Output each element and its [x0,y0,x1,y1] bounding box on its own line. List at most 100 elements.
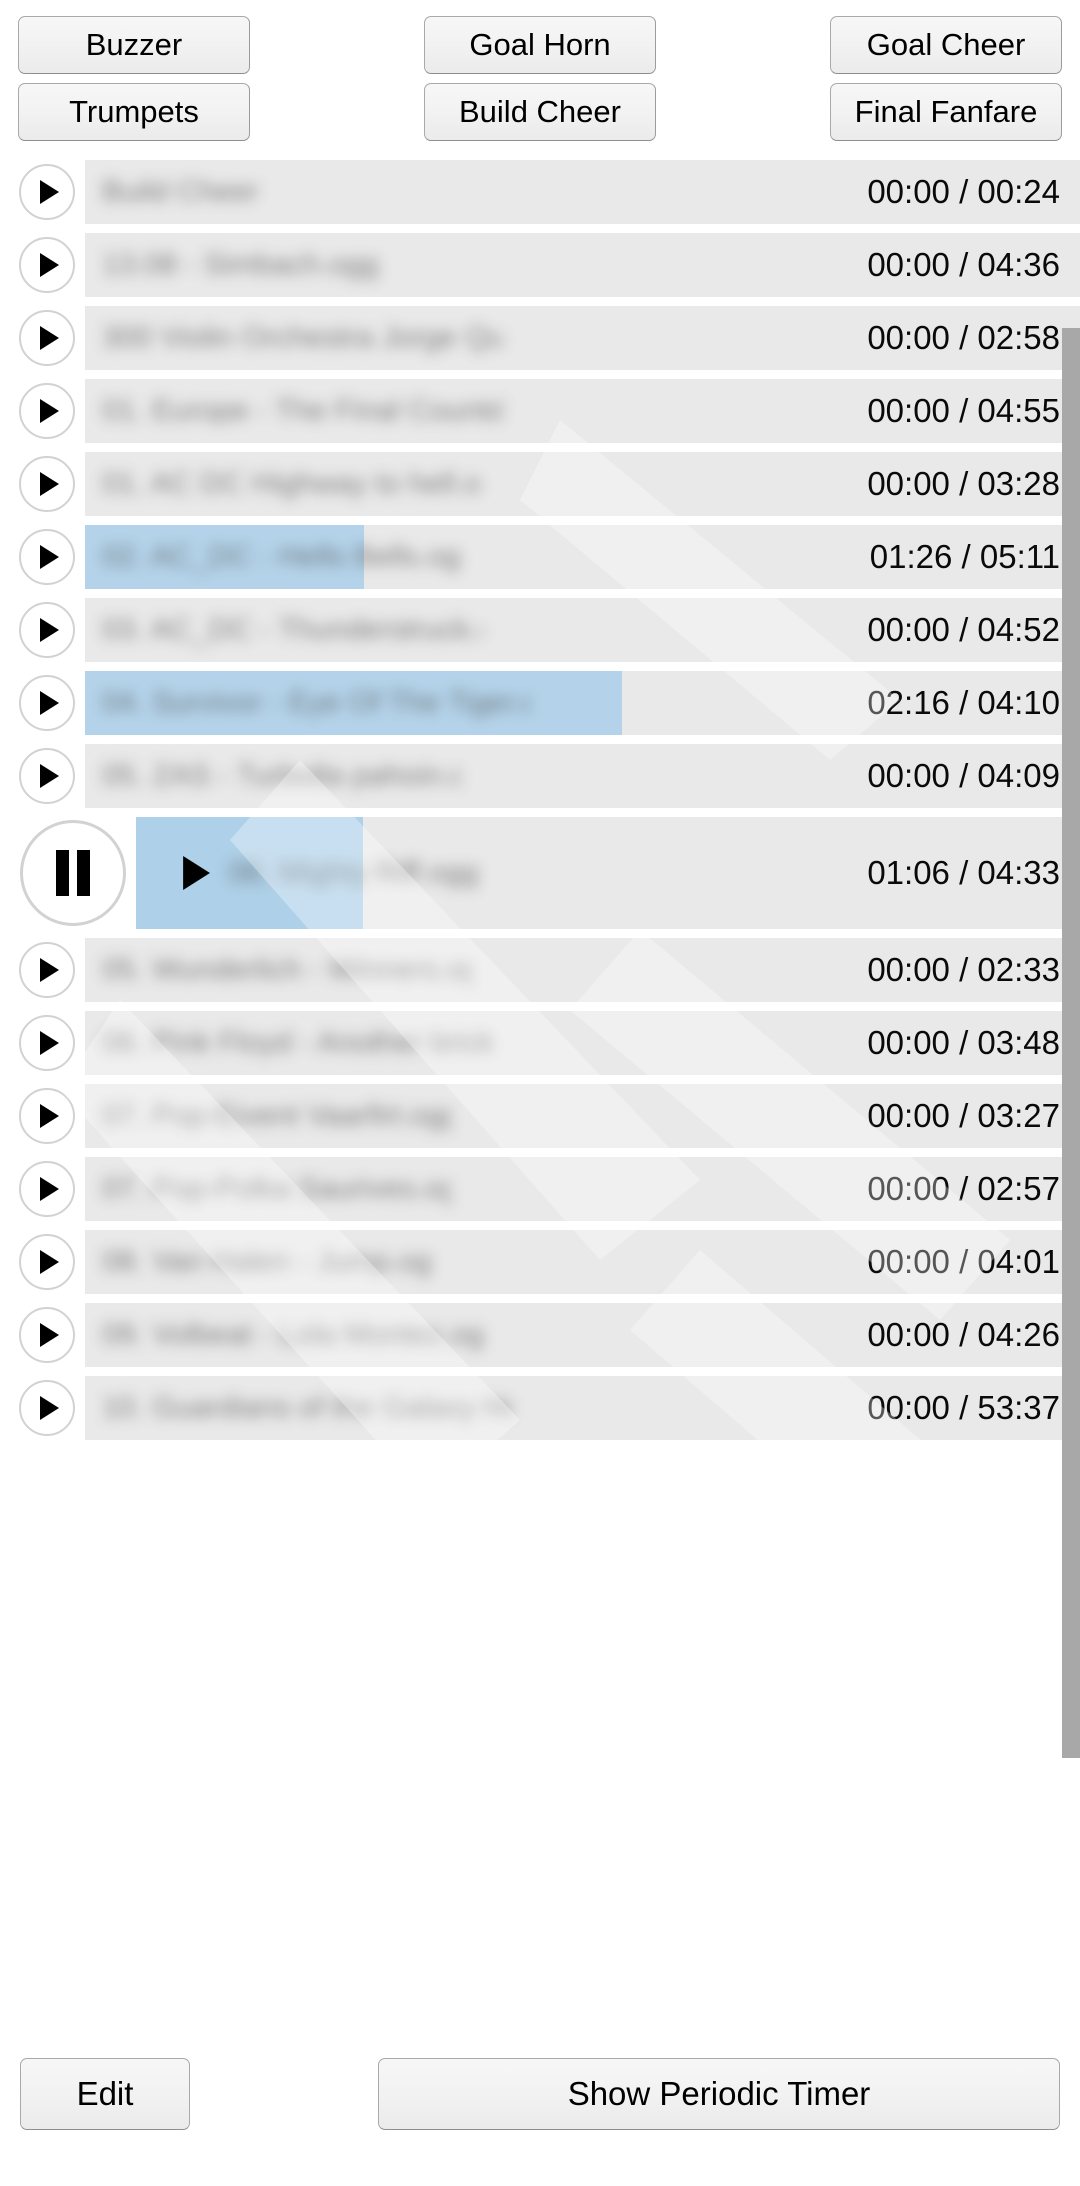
track-row-body[interactable]: 02. AC_DC - Hells Bells.ogg 01:26 / 05:11 [85,525,1080,589]
play-icon[interactable] [19,1234,75,1290]
show-periodic-timer-button[interactable]: Show Periodic Timer [378,2058,1060,2130]
track-row-body[interactable]: 06. Pink Floyd - Another brick in t... 00… [85,1011,1080,1075]
bottom-toolbar: Edit Show Periodic Timer [0,2020,1080,2186]
track-title: 09. Volbeat - Lola Montez.ogg [102,1318,482,1351]
track-time: 00:00 / 00:24 [867,173,1060,210]
track-row[interactable]: 05. Wunderlich - Winners.ogg 00:00 / 02:3… [0,938,1080,1002]
track-title: 13.08 - Simbach.ogg [102,248,379,281]
track-row-body[interactable]: 13.08 - Simbach.ogg 00:00 / 04:36 [85,233,1080,297]
sound-button-trumpets[interactable]: Trumpets [18,83,250,141]
play-icon[interactable] [19,602,75,658]
track-time: 02:16 / 04:10 [867,684,1060,721]
play-icon[interactable] [19,529,75,585]
sound-button-row-1: Buzzer Goal Horn Goal Cheer [0,16,1080,74]
play-icon[interactable] [19,310,75,366]
track-title: 01. Europe - The Final Countdow... [102,394,502,427]
play-icon[interactable] [19,1307,75,1363]
pause-icon[interactable] [20,820,126,926]
sound-button-build-cheer[interactable]: Build Cheer [424,83,656,141]
track-title: 02. AC_DC - Hells Bells.ogg [102,540,462,573]
edit-button[interactable]: Edit [20,2058,190,2130]
play-icon[interactable] [19,1088,75,1144]
play-icon[interactable] [19,675,75,731]
track-row[interactable]: 01. AC DC Highway to hell.ogg 00:00 / 03:… [0,452,1080,516]
track-title: 05. Wunderlich - Winners.ogg [102,953,472,986]
inline-play-icon[interactable] [169,849,217,897]
track-list-scrollbar-thumb[interactable] [1062,328,1080,1758]
track-row-body[interactable]: 06. Mighty Riff.ogg 01:06 / 04:33 [136,817,1080,929]
track-row[interactable]: 06. Mighty Riff.ogg 01:06 / 04:33 [0,817,1080,929]
track-row-body[interactable]: 01. Europe - The Final Countdow... 00:00 … [85,379,1080,443]
track-time: 00:00 / 02:58 [867,319,1060,356]
track-row-body[interactable]: 300 Violin Orchestra Jorge Quint... 00:00… [85,306,1080,370]
track-row[interactable]: 10. Guardians of the Galaxy Hoo... 00:00 … [0,1376,1080,1440]
sound-button-goal-horn[interactable]: Goal Horn [424,16,656,74]
play-icon[interactable] [19,164,75,220]
track-title: 10. Guardians of the Galaxy Hoo... [102,1391,512,1424]
track-row[interactable]: 04. Survivor - Eye Of The Tiger.ogg 02:16… [0,671,1080,735]
sound-button-row-2: Trumpets Build Cheer Final Fanfare [0,83,1080,141]
track-row-body[interactable]: 01. AC DC Highway to hell.ogg 00:00 / 03:… [85,452,1080,516]
track-time: 00:00 / 04:26 [867,1316,1060,1353]
track-row-body[interactable]: 07. Pop-Eivent Vaarfirt.ogg 00:00 / 03:27 [85,1084,1080,1148]
track-time: 00:00 / 03:28 [867,465,1060,502]
track-row[interactable]: 300 Violin Orchestra Jorge Quint... 00:00… [0,306,1080,370]
track-row[interactable]: Build Cheer 00:00 / 00:24 [0,160,1080,224]
track-time: 00:00 / 04:09 [867,757,1060,794]
play-icon[interactable] [19,748,75,804]
play-icon[interactable] [19,1015,75,1071]
track-time: 01:06 / 04:33 [867,854,1060,891]
track-row[interactable]: 02. AC_DC - Hells Bells.ogg 01:26 / 05:11 [0,525,1080,589]
track-row[interactable]: 08. Van Halen - Jump.ogg 00:00 / 04:01 [0,1230,1080,1294]
track-title: 06. Pink Floyd - Another brick in t... [102,1026,502,1059]
track-time: 00:00 / 02:57 [867,1170,1060,1207]
track-row[interactable]: 05. ZAS - Turbolla pahoin.ogg 00:00 / 04:… [0,744,1080,808]
track-row-body[interactable]: 08. Van Halen - Jump.ogg 00:00 / 04:01 [85,1230,1080,1294]
track-time: 00:00 / 02:33 [867,951,1060,988]
track-time: 00:00 / 03:48 [867,1024,1060,1061]
track-row[interactable]: 13.08 - Simbach.ogg 00:00 / 04:36 [0,233,1080,297]
track-row-body[interactable]: 10. Guardians of the Galaxy Hoo... 00:00 … [85,1376,1080,1440]
track-row-body[interactable]: 09. Volbeat - Lola Montez.ogg 00:00 / 04:… [85,1303,1080,1367]
track-time: 00:00 / 04:36 [867,246,1060,283]
play-icon[interactable] [19,1380,75,1436]
track-list[interactable]: Build Cheer 00:00 / 00:24 13.08 - Simbach.… [0,160,1080,2020]
track-row-body[interactable]: Build Cheer 00:00 / 00:24 [85,160,1080,224]
track-title: Build Cheer [102,175,259,208]
track-row[interactable]: 01. Europe - The Final Countdow... 00:00 … [0,379,1080,443]
sound-button-pad: Buzzer Goal Horn Goal Cheer Trumpets Build C… [0,0,1080,150]
track-title: 05. ZAS - Turbolla pahoin.ogg [102,759,462,792]
track-row-body[interactable]: 05. ZAS - Turbolla pahoin.ogg 00:00 / 04:… [85,744,1080,808]
sound-button-goal-cheer[interactable]: Goal Cheer [830,16,1062,74]
track-row[interactable]: 09. Volbeat - Lola Montez.ogg 00:00 / 04:… [0,1303,1080,1367]
track-time: 00:00 / 04:52 [867,611,1060,648]
track-title: 01. AC DC Highway to hell.ogg [102,467,482,500]
track-list-scrollbar-track[interactable] [1062,160,1080,2020]
track-row-body[interactable]: 03. AC_DC - Thunderstruck.ogg 00:00 / 04:… [85,598,1080,662]
track-row-body[interactable]: 04. Survivor - Eye Of The Tiger.ogg 02:16… [85,671,1080,735]
play-icon[interactable] [19,942,75,998]
track-title: 03. AC_DC - Thunderstruck.ogg [102,613,482,646]
track-title: 04. Survivor - Eye Of The Tiger.ogg [102,686,532,719]
sound-button-final-fanfare[interactable]: Final Fanfare [830,83,1062,141]
track-row[interactable]: 07. Pop-Polka Saurives.ogg 00:00 / 02:57 [0,1157,1080,1221]
track-row-body[interactable]: 07. Pop-Polka Saurives.ogg 00:00 / 02:57 [85,1157,1080,1221]
track-title: 08. Van Halen - Jump.ogg [102,1245,432,1278]
track-row[interactable]: 03. AC_DC - Thunderstruck.ogg 00:00 / 04:… [0,598,1080,662]
track-title: 07. Pop-Eivent Vaarfirt.ogg [102,1099,452,1132]
play-icon[interactable] [19,237,75,293]
track-title: 06. Mighty Riff.ogg [229,856,479,889]
track-title: 07. Pop-Polka Saurives.ogg [102,1172,452,1205]
sound-button-buzzer[interactable]: Buzzer [18,16,250,74]
play-icon[interactable] [19,456,75,512]
track-time: 01:26 / 05:11 [869,538,1060,575]
track-row[interactable]: 06. Pink Floyd - Another brick in t... 00… [0,1011,1080,1075]
track-row[interactable]: 07. Pop-Eivent Vaarfirt.ogg 00:00 / 03:27 [0,1084,1080,1148]
play-icon[interactable] [19,383,75,439]
track-row-body[interactable]: 05. Wunderlich - Winners.ogg 00:00 / 02:3… [85,938,1080,1002]
track-time: 00:00 / 03:27 [867,1097,1060,1134]
track-time: 00:00 / 53:37 [867,1389,1060,1426]
track-time: 00:00 / 04:01 [867,1243,1060,1280]
play-icon[interactable] [19,1161,75,1217]
track-time: 00:00 / 04:55 [867,392,1060,429]
